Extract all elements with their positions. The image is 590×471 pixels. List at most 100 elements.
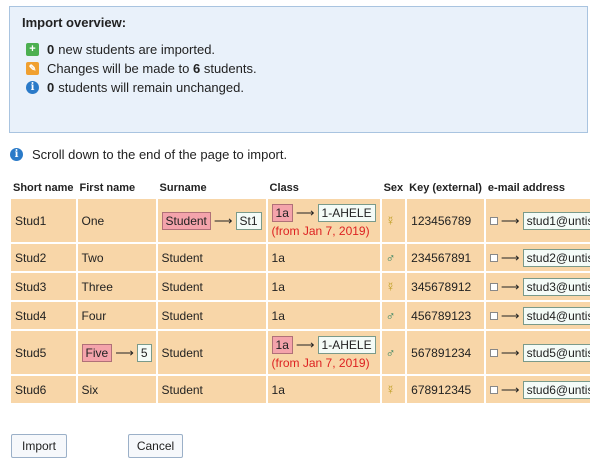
cell-key: 456789123 [407, 302, 484, 329]
cell-surname: Student ⟶ St1 [157, 199, 266, 242]
arrow-icon: ⟶ [500, 249, 520, 265]
table-row: Stud5 Five ⟶ 5 Student 1a ⟶ 1-AHELE (from Ja… [11, 331, 590, 374]
cancel-button[interactable]: Cancel [128, 434, 183, 458]
header-first-name: First name [77, 180, 156, 197]
cell-sex: ♂ [381, 244, 406, 271]
cell-sex: ☿ [381, 273, 406, 300]
cell-sex: ☿ [381, 376, 406, 403]
male-icon: ♂ [385, 345, 396, 360]
changes-prefix: Changes will be made to [47, 61, 193, 76]
cell-short-name: Stud5 [11, 331, 76, 374]
empty-value-icon [489, 349, 498, 358]
cell-sex: ♂ [381, 302, 406, 329]
cell-surname: Student [157, 331, 266, 374]
cell-class: 1a [267, 376, 380, 403]
cell-key: 678912345 [407, 376, 484, 403]
female-icon: ☿ [385, 382, 396, 397]
arrow-icon: ⟶ [500, 381, 520, 397]
overview-unchanged: i 0 students will remain unchanged. [26, 78, 587, 97]
new-value: stud3@untis.at [522, 277, 590, 296]
arrow-icon: ⟶ [500, 307, 520, 323]
empty-value-icon [489, 217, 498, 226]
overview-changes: ✎ Changes will be made to 6 students. [26, 59, 587, 78]
table-header: Short name First name Surname Class Sex … [11, 180, 590, 197]
cell-short-name: Stud2 [11, 244, 76, 271]
cell-class: 1a ⟶ 1-AHELE (from Jan 7, 2019) [267, 331, 380, 374]
import-button[interactable]: Import [11, 434, 67, 458]
overview-title: Import overview: [22, 15, 127, 30]
cell-class: 1a [267, 244, 380, 271]
arrow-icon: ⟶ [500, 278, 520, 294]
cell-surname: Student [157, 273, 266, 300]
male-icon: ♂ [385, 250, 396, 265]
cell-short-name: Stud4 [11, 302, 76, 329]
cell-email: ⟶stud6@untis.at [485, 376, 590, 403]
header-surname: Surname [157, 180, 266, 197]
arrow-icon: ⟶ [295, 204, 315, 220]
cell-email: ⟶stud3@untis.at [485, 273, 590, 300]
new-text: new students are imported. [58, 42, 216, 57]
cell-class: 1a [267, 302, 380, 329]
unchanged-count: 0 [47, 80, 55, 95]
cell-sex: ♂ [381, 331, 406, 374]
table-row: Stud2 Two Student 1a ♂ 234567891 ⟶ stud2@… [11, 244, 590, 271]
arrow-icon: ⟶ [115, 344, 134, 360]
arrow-icon: ⟶ [500, 344, 520, 360]
cell-email: ⟶stud2@untis.at [485, 244, 590, 271]
new-value: 1-AHELE [317, 335, 376, 354]
empty-value-icon [489, 254, 498, 263]
arrow-icon: ⟶ [500, 212, 520, 228]
header-short-name: Short name [11, 180, 76, 197]
cell-email: ⟶stud4@untis.at [485, 302, 590, 329]
old-value: 1a [271, 335, 293, 354]
cell-first-name: Two [77, 244, 156, 271]
overview-new-students: + 0 new students are imported. [26, 40, 587, 59]
scroll-hint: i Scroll down to the end of the page to … [10, 147, 287, 162]
cell-key: 234567891 [407, 244, 484, 271]
cell-first-name: Five ⟶ 5 [77, 331, 156, 374]
students-table: Short name First name Surname Class Sex … [9, 178, 590, 405]
new-value: St1 [235, 211, 262, 230]
cell-key: 345678912 [407, 273, 484, 300]
header-sex: Sex [381, 180, 406, 197]
cell-key: 567891234 [407, 331, 484, 374]
new-value: 5 [136, 343, 152, 362]
unchanged-text: students will remain unchanged. [58, 80, 244, 95]
cell-short-name: Stud6 [11, 376, 76, 403]
changes-suffix: students. [200, 61, 257, 76]
info-icon: i [26, 81, 39, 94]
arrow-icon: ⟶ [295, 336, 315, 352]
empty-value-icon [489, 386, 498, 395]
cell-class: 1a ⟶ 1-AHELE (from Jan 7, 2019) [267, 199, 380, 242]
cell-class: 1a [267, 273, 380, 300]
new-value: stud6@untis.at [522, 380, 590, 399]
cell-surname: Student [157, 376, 266, 403]
new-value: stud2@untis.at [522, 248, 590, 267]
pencil-icon: ✎ [26, 62, 39, 75]
new-value: 1-AHELE [317, 203, 376, 222]
header-email: e-mail address [485, 180, 590, 197]
new-value: stud4@untis.at [522, 306, 590, 325]
changes-count: 6 [192, 61, 201, 76]
empty-value-icon [489, 283, 498, 292]
female-icon: ☿ [385, 213, 396, 228]
table-row: Stud1 One Student ⟶ St1 1a ⟶ 1-AHELE (from J… [11, 199, 590, 242]
male-icon: ♂ [385, 308, 396, 323]
cell-surname: Student [157, 244, 266, 271]
new-value: stud1@untis.at [522, 211, 590, 230]
cell-first-name: Six [77, 376, 156, 403]
old-value: Student [161, 211, 211, 230]
cell-short-name: Stud1 [11, 199, 76, 242]
new-value: stud5@untis.at [522, 343, 590, 362]
arrow-icon: ⟶ [213, 212, 233, 228]
old-value: 1a [271, 203, 293, 222]
class-change-date: (from Jan 7, 2019) [271, 355, 370, 370]
empty-value-icon [489, 312, 498, 321]
table-row: Stud3 Three Student 1a ☿ 345678912 ⟶ stud… [11, 273, 590, 300]
scroll-hint-text: Scroll down to the end of the page to im… [32, 147, 288, 162]
table-row: Stud4 Four Student 1a ♂ 456789123 ⟶ stud4… [11, 302, 590, 329]
new-count: 0 [47, 42, 55, 57]
info-icon: i [10, 148, 23, 161]
cell-surname: Student [157, 302, 266, 329]
import-overview-panel: Import overview: + 0 new students are im… [9, 6, 588, 133]
